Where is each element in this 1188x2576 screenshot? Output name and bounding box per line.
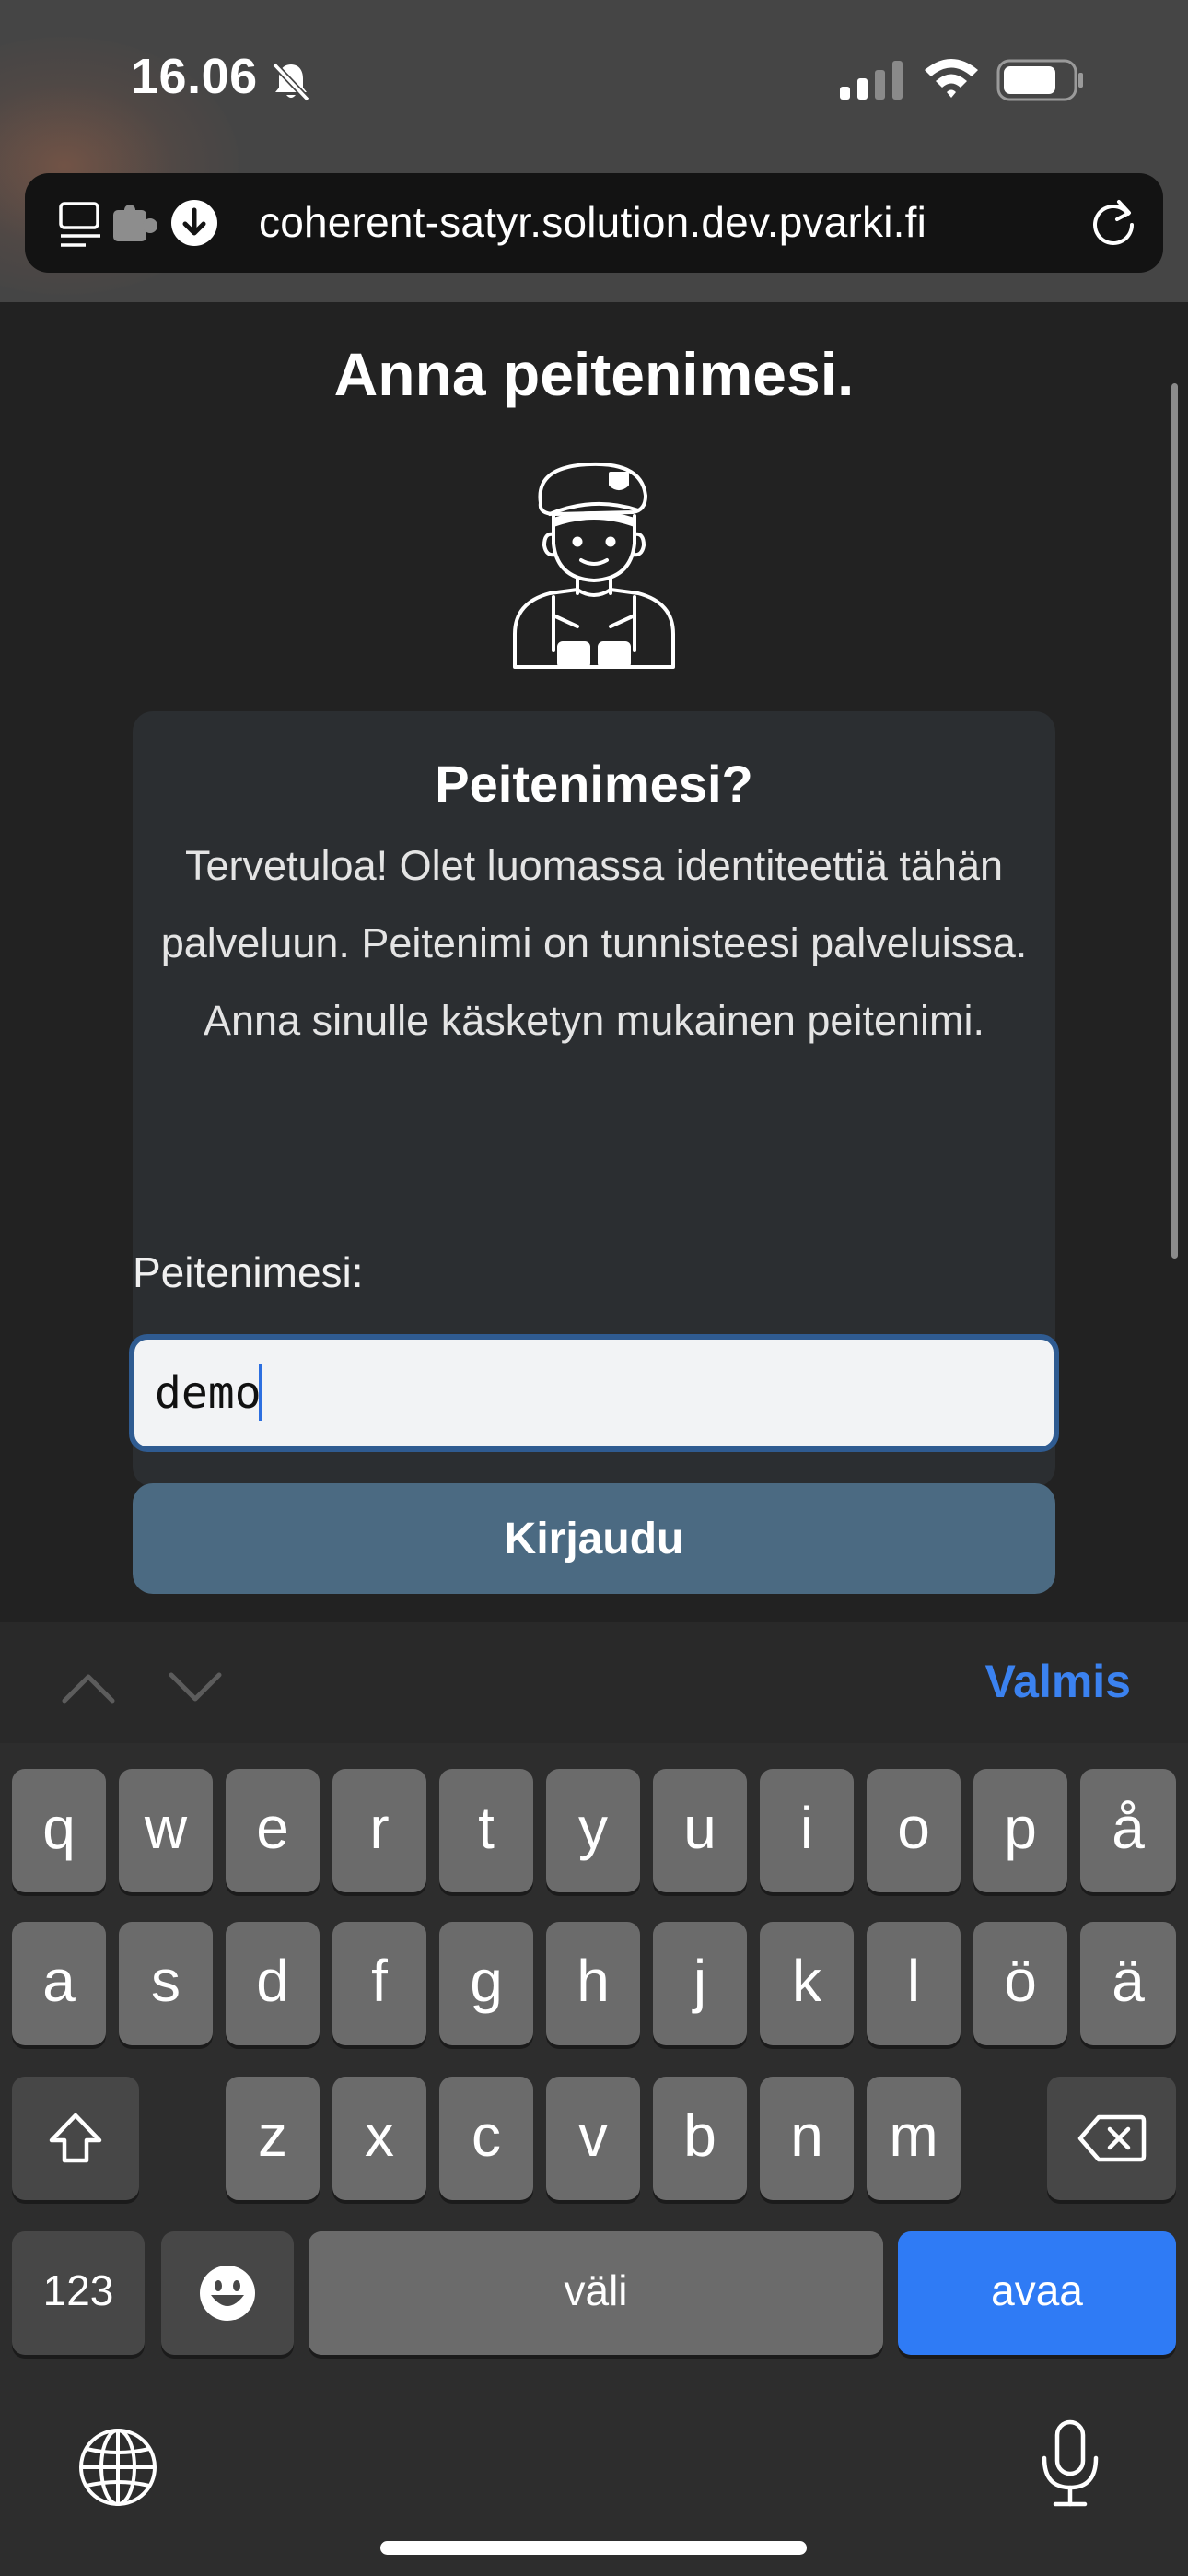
address-bar[interactable]: coherent-satyr.solution.dev.pvarki.fi	[25, 173, 1163, 273]
home-indicator[interactable]	[380, 2541, 807, 2555]
text-caret	[259, 1364, 262, 1421]
codename-input[interactable]	[129, 1334, 1059, 1452]
bell-off-icon	[272, 62, 310, 102]
key[interactable]: w	[119, 1769, 213, 1892]
ios-keyboard: Valmis q w e r t y u i o p å a s d f g h…	[0, 1622, 1188, 2576]
key[interactable]: u	[653, 1769, 747, 1892]
key[interactable]: o	[867, 1769, 961, 1892]
key[interactable]: h	[546, 1922, 640, 2045]
key[interactable]: y	[546, 1769, 640, 1892]
key[interactable]: f	[332, 1922, 426, 2045]
key[interactable]: b	[653, 2077, 747, 2200]
key[interactable]: z	[226, 2077, 320, 2200]
emoji-icon	[200, 2266, 255, 2321]
done-button[interactable]: Valmis	[985, 1655, 1131, 1708]
cellular-signal-icon	[840, 61, 903, 100]
key[interactable]: n	[760, 2077, 854, 2200]
backspace-icon	[1077, 2114, 1147, 2162]
shift-icon	[49, 2113, 102, 2163]
card-title: Peitenimesi?	[435, 755, 753, 813]
chevron-up-icon[interactable]	[59, 1669, 118, 1706]
key[interactable]: c	[439, 2077, 533, 2200]
key[interactable]: e	[226, 1769, 320, 1892]
battery-icon	[996, 59, 1083, 101]
reader-mode-icon[interactable]	[58, 201, 104, 251]
key[interactable]: g	[439, 1922, 533, 2045]
codename-label: Peitenimesi:	[133, 1248, 364, 1296]
key[interactable]: v	[546, 2077, 640, 2200]
reload-icon[interactable]	[1088, 197, 1139, 249]
globe-icon[interactable]	[77, 2427, 158, 2508]
backspace-key[interactable]	[1047, 2077, 1176, 2200]
login-button[interactable]: Kirjaudu	[133, 1483, 1055, 1594]
shift-key[interactable]	[12, 2077, 139, 2200]
browser-chrome: 16.06 coherent-satyr.solution.dev.pvarki…	[0, 0, 1188, 302]
extension-icon[interactable]	[113, 205, 159, 243]
space-key[interactable]: väli	[309, 2231, 883, 2355]
key[interactable]: m	[867, 2077, 961, 2200]
page-scrollbar[interactable]	[1171, 383, 1178, 1259]
keyboard-toolbar: Valmis	[0, 1622, 1188, 1743]
key[interactable]: å	[1080, 1769, 1176, 1892]
microphone-icon[interactable]	[1039, 2419, 1101, 2508]
page-title: Anna peitenimesi.	[333, 340, 855, 408]
key[interactable]: ä	[1080, 1922, 1176, 2045]
chevron-down-icon[interactable]	[166, 1669, 225, 1706]
key[interactable]: i	[760, 1769, 854, 1892]
key[interactable]: d	[226, 1922, 320, 2045]
key[interactable]: q	[12, 1769, 106, 1892]
download-icon[interactable]	[170, 199, 218, 247]
key[interactable]: t	[439, 1769, 533, 1892]
emoji-key[interactable]	[161, 2231, 294, 2355]
key[interactable]: r	[332, 1769, 426, 1892]
key[interactable]: x	[332, 2077, 426, 2200]
key[interactable]: ö	[973, 1922, 1067, 2045]
key[interactable]: p	[973, 1769, 1067, 1892]
key[interactable]: l	[867, 1922, 961, 2045]
status-time: 16.06	[131, 49, 258, 104]
soldier-avatar-icon	[513, 462, 675, 669]
card-text: Tervetuloa! Olet luomassa identiteettiä …	[160, 842, 1028, 1044]
return-key[interactable]: avaa	[898, 2231, 1176, 2355]
wifi-icon	[925, 59, 978, 98]
key[interactable]: k	[760, 1922, 854, 2045]
url-text[interactable]: coherent-satyr.solution.dev.pvarki.fi	[259, 197, 926, 247]
key[interactable]: a	[12, 1922, 106, 2045]
key[interactable]: j	[653, 1922, 747, 2045]
numbers-key[interactable]: 123	[12, 2231, 145, 2355]
key[interactable]: s	[119, 1922, 213, 2045]
